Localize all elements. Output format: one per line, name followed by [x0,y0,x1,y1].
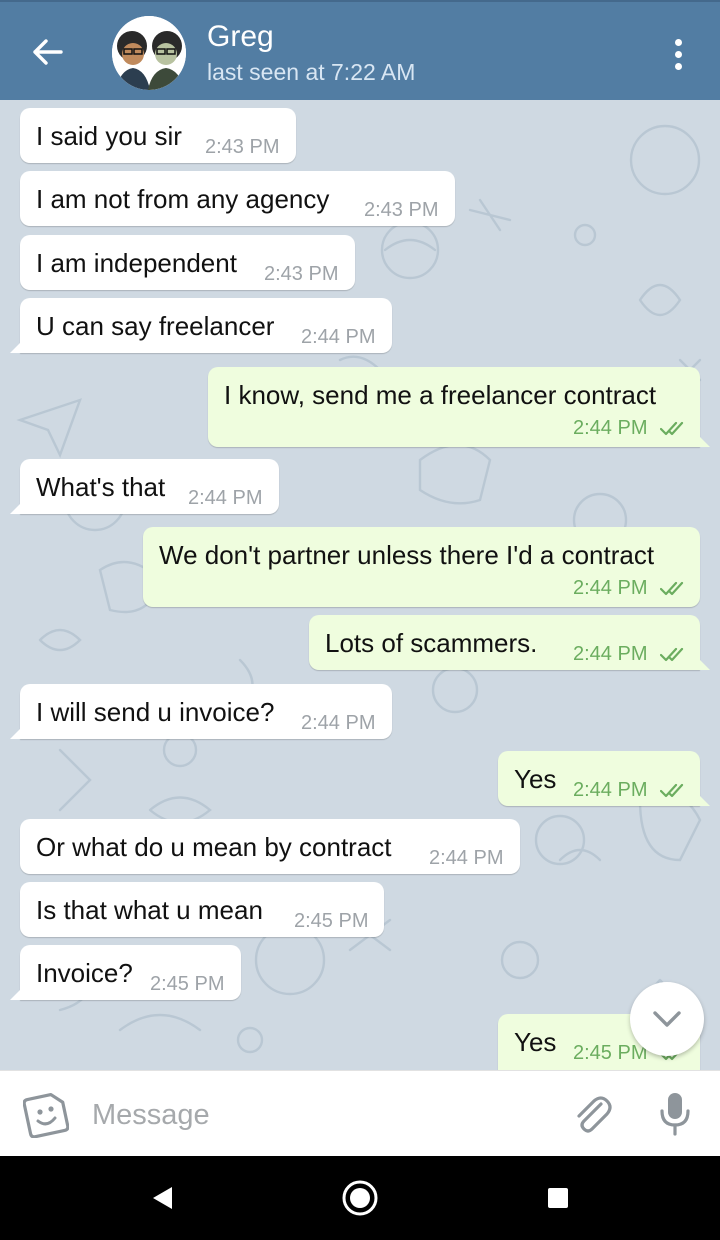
message-outgoing[interactable]: Lots of scammers. 2:44 PM [309,615,710,670]
message-time: 2:45 PM [573,1042,648,1064]
message-text: What's that [36,472,166,502]
more-vertical-icon [674,38,682,46]
message-time: 2:43 PM [264,263,339,285]
chat-area[interactable]: I said you sir 2:43 PM I am not from any… [0,100,720,1070]
message-time: 2:43 PM [205,136,280,158]
nav-home-icon [342,1180,378,1216]
message-text: I am independent [36,248,237,278]
message-time: 2:44 PM [573,417,648,439]
message-time: 2:45 PM [294,910,369,932]
message-outgoing[interactable]: I know, send me a freelancer contract 2:… [208,367,710,447]
avatar[interactable] [112,16,186,90]
double-check-icon [660,647,684,662]
message-text: I will send u invoice? [36,697,275,727]
message-text: I know, send me a freelancer contract [224,380,657,410]
attach-button[interactable] [568,1089,618,1139]
message-text: Lots of scammers. [325,628,538,658]
voice-record-button[interactable] [650,1089,700,1139]
message-incoming[interactable]: Invoice? 2:45 PM [10,945,241,1000]
system-home-button[interactable] [337,1175,383,1221]
message-incoming[interactable]: Or what do u mean by contract 2:44 PM [20,819,520,874]
double-check-icon [660,783,684,798]
message-incoming[interactable]: I am not from any agency 2:43 PM [20,171,455,226]
contact-name[interactable]: Greg [207,20,274,54]
message-text: Is that what u mean [36,895,263,925]
message-time: 2:44 PM [429,847,504,869]
message-text: We don't partner unless there I'd a cont… [159,540,655,570]
message-text: I am not from any agency [36,184,330,214]
message-incoming[interactable]: U can say freelancer 2:44 PM [10,298,392,353]
nav-back-icon [153,1187,172,1209]
message-composer [0,1070,720,1156]
message-time: 2:44 PM [573,577,648,599]
message-incoming[interactable]: I will send u invoice? 2:44 PM [10,684,392,739]
sticker-icon [23,1092,69,1138]
scroll-to-bottom-button[interactable] [630,982,704,1056]
message-text: I said you sir [36,121,182,151]
message-time: 2:44 PM [573,779,648,801]
chevron-down-icon [653,1011,681,1027]
contact-last-seen: last seen at 7:22 AM [207,59,416,85]
message-time: 2:44 PM [573,643,648,665]
system-navigation-bar [0,1156,720,1240]
nav-recents-icon [548,1188,568,1208]
message-text: Yes [514,1027,557,1057]
more-options-button[interactable] [658,32,698,76]
message-incoming[interactable]: Is that what u mean 2:45 PM [20,882,384,937]
message-text: U can say freelancer [36,311,275,341]
message-outgoing[interactable]: We don't partner unless there I'd a cont… [143,527,700,607]
message-text: Invoice? [36,958,133,988]
chat-header: Greg last seen at 7:22 AM [0,0,720,100]
system-recents-button[interactable] [536,1178,580,1218]
message-time: 2:44 PM [301,326,376,348]
double-check-icon [660,421,684,436]
message-text: Yes [514,764,557,794]
message-time: 2:44 PM [301,712,376,734]
microphone-icon [660,1093,690,1136]
message-time: 2:43 PM [364,199,439,221]
paperclip-icon [577,1096,612,1133]
message-text: Or what do u mean by contract [36,832,392,862]
message-outgoing[interactable]: Yes 2:44 PM [498,751,710,806]
message-incoming[interactable]: I said you sir 2:43 PM [20,108,296,163]
message-incoming[interactable]: What's that 2:44 PM [10,459,279,514]
emoji-sticker-button[interactable] [22,1091,70,1139]
back-button[interactable] [22,30,74,74]
message-time: 2:45 PM [150,973,225,995]
message-time: 2:44 PM [188,487,263,509]
system-back-button[interactable] [140,1178,184,1218]
message-incoming[interactable]: I am independent 2:43 PM [20,235,355,290]
back-arrow-icon [33,39,63,65]
message-input[interactable] [92,1093,542,1137]
double-check-icon [660,581,684,596]
